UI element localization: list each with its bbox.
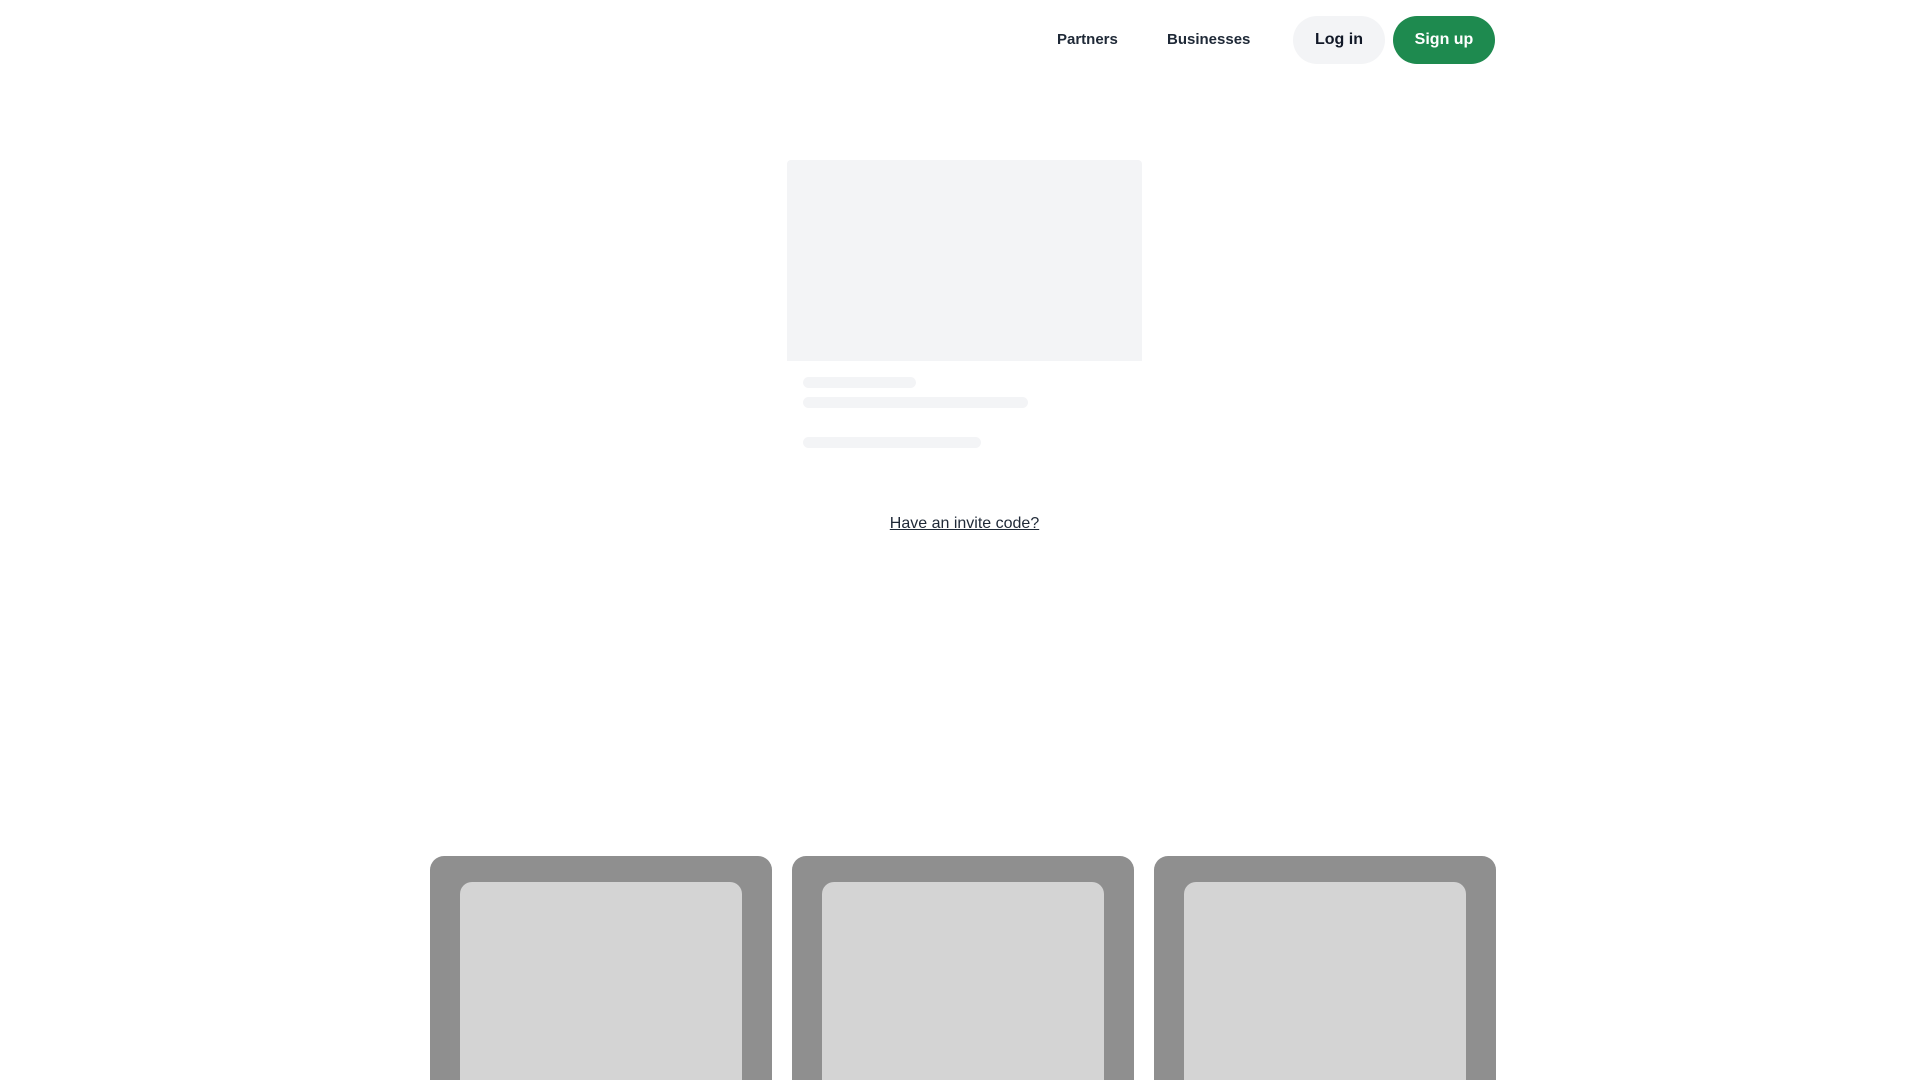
invite-code-link[interactable]: Have an invite code?	[890, 515, 1039, 532]
tile-image-placeholder	[1184, 882, 1466, 1080]
skeleton-text-line	[803, 377, 916, 388]
skeleton-image-placeholder	[787, 160, 1142, 361]
sign-up-button[interactable]: Sign up	[1393, 16, 1495, 64]
loading-card-skeleton	[787, 160, 1142, 460]
feature-tile[interactable]	[1154, 856, 1496, 1080]
feature-tile[interactable]	[430, 856, 772, 1080]
tile-image-placeholder	[460, 882, 742, 1080]
skeleton-text-line	[803, 397, 1028, 408]
skeleton-text-line	[803, 437, 981, 448]
feature-tile[interactable]	[792, 856, 1134, 1080]
nav-link-businesses[interactable]: Businesses	[1167, 31, 1250, 48]
nav-link-partners[interactable]: Partners	[1057, 31, 1118, 48]
page: Partners Businesses Log in Sign up Have …	[0, 0, 1920, 1080]
log-in-button[interactable]: Log in	[1293, 16, 1385, 64]
tile-image-placeholder	[822, 882, 1104, 1080]
top-navigation: Partners Businesses Log in Sign up	[1040, 16, 1500, 64]
invite-code-link-row: Have an invite code?	[0, 515, 1920, 533]
